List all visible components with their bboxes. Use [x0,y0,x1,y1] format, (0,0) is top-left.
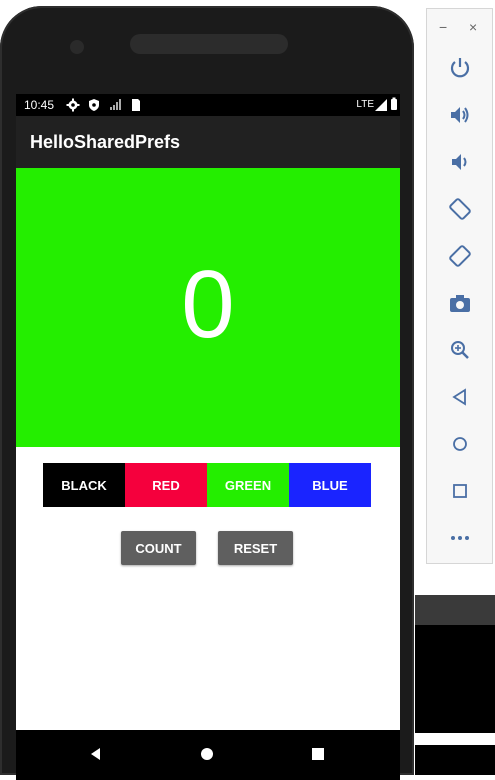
gear-icon [66,98,80,112]
back-icon[interactable] [88,746,104,762]
emulator-toolbar: − × [426,8,493,564]
black-button[interactable]: BLACK [43,463,125,507]
back-icon[interactable] [447,384,473,410]
rotate-left-icon[interactable] [447,196,473,222]
close-button[interactable]: × [469,19,477,35]
front-camera [70,40,84,54]
power-icon[interactable] [447,55,473,81]
backdrop-strip [415,595,495,625]
phone-screen: 10:45 LTE HelloSharedPrefs 0 BLACK RED G… [16,94,400,780]
count-panel: 0 [16,168,400,447]
rotate-right-icon[interactable] [447,243,473,269]
backdrop-black-area [415,625,495,733]
more-icon[interactable] [447,525,473,551]
cell-signal-icon [375,99,387,111]
red-button[interactable]: RED [125,463,207,507]
color-button-row: BLACK RED GREEN BLUE [43,463,371,507]
home-icon[interactable] [199,746,215,762]
status-time: 10:45 [24,98,55,112]
navigation-bar [16,730,400,780]
phone-frame: 10:45 LTE HelloSharedPrefs 0 BLACK RED G… [0,6,414,780]
app-bar: HelloSharedPrefs [16,116,400,168]
status-bar: 10:45 LTE [16,94,400,116]
shield-icon [89,99,99,111]
volume-down-icon[interactable] [447,149,473,175]
earpiece-speaker [130,34,288,54]
home-icon[interactable] [447,431,473,457]
minimize-button[interactable]: − [439,19,447,35]
network-type: LTE [356,99,374,110]
sim-card-icon [132,99,140,111]
reset-button[interactable]: RESET [218,531,293,565]
volume-up-icon[interactable] [447,102,473,128]
backdrop-black-area-bottom [415,745,495,775]
count-button[interactable]: COUNT [121,531,196,565]
battery-icon [391,97,397,110]
count-value: 0 [181,251,235,358]
green-button[interactable]: GREEN [207,463,289,507]
app-title: HelloSharedPrefs [30,132,181,152]
zoom-icon[interactable] [447,337,473,363]
blue-button[interactable]: BLUE [289,463,371,507]
overview-icon[interactable] [447,478,473,504]
recents-icon[interactable] [310,746,326,762]
camera-icon[interactable] [447,290,473,316]
signal-icon [110,99,121,110]
